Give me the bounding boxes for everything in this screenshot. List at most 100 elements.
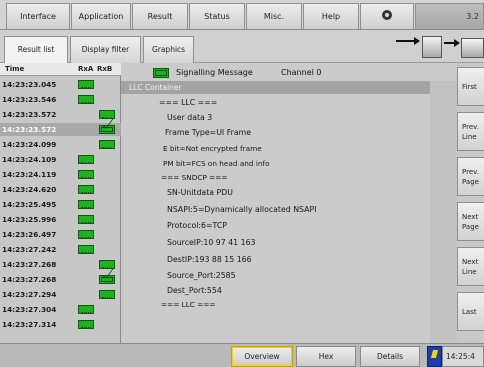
column-time: Time xyxy=(5,65,25,73)
menu-application[interactable]: Application xyxy=(71,3,131,29)
table-row[interactable]: 14:23:23.572 xyxy=(0,108,121,121)
hex-button[interactable]: Hex xyxy=(296,346,356,367)
capture-device-icon[interactable] xyxy=(422,36,442,58)
frame-icon xyxy=(78,305,94,314)
row-time: 14:23:25.996 xyxy=(2,215,57,224)
frame-icon xyxy=(78,185,94,194)
table-row[interactable]: 14:23:26.497 xyxy=(0,228,121,241)
navigation-panel: First Prev. Line Prev. Page Next Page Ne… xyxy=(457,63,484,343)
row-time: 14:23:27.268 xyxy=(2,260,57,269)
row-time: 14:23:23.045 xyxy=(2,80,57,89)
detail-line: E bit=Not encrypted frame xyxy=(163,144,262,153)
frame-icon xyxy=(78,200,94,209)
tab-graphics[interactable]: Graphics xyxy=(143,36,194,63)
next-page-label: Page xyxy=(462,222,479,231)
row-time: 14:23:24.109 xyxy=(2,155,57,164)
detail-line: PM bit=FCS on head and info xyxy=(163,159,270,168)
arrow-right-icon xyxy=(414,37,420,45)
frame-icon xyxy=(99,140,115,149)
menu-status[interactable]: Status xyxy=(189,3,245,29)
table-row[interactable]: 14:23:27.242 xyxy=(0,243,121,256)
row-time: 14:23:23.572 xyxy=(2,110,57,119)
row-time: 14:23:24.119 xyxy=(2,170,57,179)
prev-page-button[interactable]: Prev. Page xyxy=(457,157,484,196)
next-line-button[interactable]: Next Line xyxy=(457,247,484,286)
table-row[interactable]: 14:23:23.546 xyxy=(0,93,121,106)
table-row[interactable]: 14:23:27.268 xyxy=(0,273,121,286)
last-button[interactable]: Last xyxy=(457,292,484,331)
row-time: 14:23:27.242 xyxy=(2,245,57,254)
frame-icon xyxy=(78,230,94,239)
lan-connection-button[interactable] xyxy=(360,3,414,29)
detail-line: Dest_Port:554 xyxy=(167,286,222,295)
detail-line: Protocol:6=TCP xyxy=(167,221,227,230)
row-time: 14:23:24.620 xyxy=(2,185,57,194)
capture-device-icon[interactable] xyxy=(461,38,484,58)
detail-line: SourceIP:10 97 41 163 xyxy=(167,238,256,247)
menu-help[interactable]: Help xyxy=(303,3,359,29)
envelope-icon xyxy=(99,275,115,284)
table-row[interactable]: 14:23:27.304 xyxy=(0,303,121,316)
table-row[interactable]: 14:23:24.099 xyxy=(0,138,121,151)
bluetooth-icon xyxy=(427,346,442,367)
row-time: 14:23:26.497 xyxy=(2,230,57,239)
detail-line: SN-Unitdata PDU xyxy=(167,188,233,197)
scroll-strip[interactable] xyxy=(430,81,457,343)
prev-line-label: Line xyxy=(462,132,477,141)
overview-button[interactable]: Overview xyxy=(231,346,293,367)
arrow-right-icon xyxy=(454,39,460,47)
details-button[interactable]: Details xyxy=(360,346,420,367)
prev-page-label: Page xyxy=(462,177,479,186)
table-row[interactable]: 14:23:23.572 xyxy=(0,123,121,136)
first-button[interactable]: First xyxy=(457,67,484,106)
row-time: 14:23:27.304 xyxy=(2,305,57,314)
row-time: 14:23:27.268 xyxy=(2,275,57,284)
detail-line: Source_Port:2585 xyxy=(167,271,236,280)
table-row[interactable]: 14:23:27.294 xyxy=(0,288,121,301)
envelope-icon xyxy=(153,68,169,78)
detail-line: NSAPI:5=Dynamically allocated NSAPI xyxy=(167,205,317,214)
row-time: 14:23:23.572 xyxy=(2,125,57,134)
tab-result-list[interactable]: Result list xyxy=(4,36,68,64)
table-row[interactable]: 14:23:25.495 xyxy=(0,198,121,211)
menu-interface[interactable]: Interface xyxy=(6,3,70,29)
frame-icon xyxy=(78,320,94,329)
detail-line: Frame Type=UI Frame xyxy=(165,128,251,137)
row-time: 14:23:25.495 xyxy=(2,200,57,209)
next-line-label: Next xyxy=(462,257,479,266)
table-row[interactable]: 14:23:27.314 xyxy=(0,318,121,331)
container-bar[interactable]: LLC Container xyxy=(121,81,430,94)
detail-line: === LLC === xyxy=(159,98,218,107)
arrow-right-icon xyxy=(444,42,454,44)
menu-bar: Interface Application Result Status Misc… xyxy=(0,0,484,30)
last-label: Last xyxy=(462,307,477,316)
detail-line: === SNDCP === xyxy=(161,173,228,182)
detail-line: DestIP:193 88 15 166 xyxy=(167,255,252,264)
frame-icon xyxy=(78,245,94,254)
menu-result[interactable]: Result xyxy=(132,3,188,29)
tab-display-filter[interactable]: Display filter xyxy=(70,36,141,63)
table-row[interactable]: 14:23:25.996 xyxy=(0,213,121,226)
next-page-label: Next xyxy=(462,212,479,221)
prev-line-label: Prev. xyxy=(462,122,479,131)
table-row[interactable]: 14:23:24.119 xyxy=(0,168,121,181)
menu-misc[interactable]: Misc. xyxy=(246,3,302,29)
column-rxa: RxA xyxy=(78,65,94,73)
lan-connection-icon xyxy=(382,10,392,20)
prev-line-button[interactable]: Prev. Line xyxy=(457,112,484,151)
list-header: Time RxA RxB xyxy=(0,63,121,76)
table-row[interactable]: 14:23:27.268 xyxy=(0,258,121,271)
frame-icon xyxy=(78,170,94,179)
channel-label: Channel 0 xyxy=(281,68,322,77)
table-row[interactable]: 14:23:24.109 xyxy=(0,153,121,166)
next-page-button[interactable]: Next Page xyxy=(457,202,484,241)
row-time: 14:23:23.546 xyxy=(2,95,57,104)
row-time: 14:23:27.294 xyxy=(2,290,57,299)
table-row[interactable]: 14:23:24.620 xyxy=(0,183,121,196)
frame-icon xyxy=(78,80,94,89)
bottom-bar: Overview Hex Details 14:25:4 xyxy=(0,343,484,367)
next-line-label: Line xyxy=(462,267,477,276)
row-time: 14:23:27.314 xyxy=(2,320,57,329)
table-row[interactable]: 14:23:23.045 xyxy=(0,78,121,91)
frame-icon xyxy=(99,290,115,299)
